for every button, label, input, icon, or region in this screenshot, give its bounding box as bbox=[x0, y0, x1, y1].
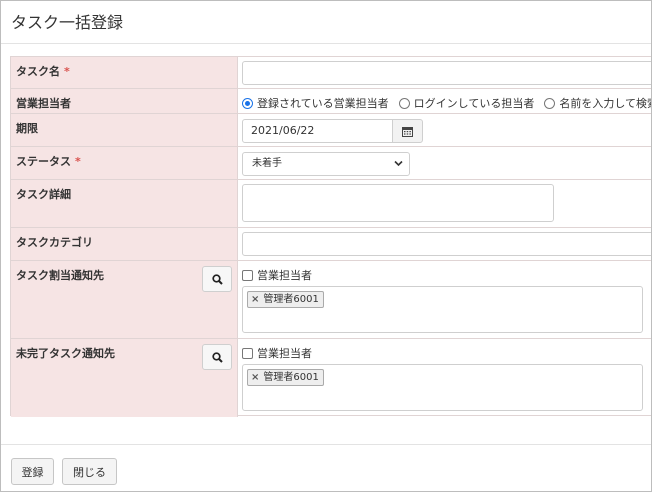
radio-search-by-name[interactable]: 名前を入力して検索 bbox=[544, 95, 652, 111]
dialog-title: タスク一括登録 bbox=[11, 13, 124, 32]
row-assign-notify: タスク割当通知先 営業担当者 × 管理者6001 bbox=[11, 261, 651, 339]
task-category-input[interactable] bbox=[242, 232, 651, 256]
row-task-detail: タスク詳細 bbox=[11, 180, 651, 228]
remove-tag-icon[interactable]: × bbox=[251, 370, 259, 385]
required-mark: * bbox=[75, 155, 81, 168]
task-detail-label: タスク詳細 bbox=[16, 188, 71, 201]
incomplete-notify-tag-box[interactable]: × 管理者6001 bbox=[242, 364, 643, 411]
recipient-tag: × 管理者6001 bbox=[247, 291, 324, 308]
recipient-tag: × 管理者6001 bbox=[247, 369, 324, 386]
tag-label: 管理者6001 bbox=[263, 372, 319, 383]
radio-button[interactable] bbox=[398, 97, 410, 109]
incomplete-notify-search-button[interactable] bbox=[202, 344, 232, 370]
row-sales-rep: 営業担当者 登録されている営業担当者 ログインしている担当者 名前を入力して検索 bbox=[11, 89, 652, 114]
assign-notify-sales-rep-checkbox[interactable]: 営業担当者 bbox=[242, 267, 312, 283]
task-name-label: タスク名 * bbox=[16, 65, 70, 78]
close-button[interactable]: 閉じる bbox=[62, 458, 117, 485]
status-label: ステータス * bbox=[16, 155, 81, 168]
status-selected-value: 未着手 bbox=[252, 158, 282, 169]
checkbox-label: 営業担当者 bbox=[257, 269, 312, 282]
register-button[interactable]: 登録 bbox=[11, 458, 54, 485]
row-task-name: タスク名 * bbox=[11, 57, 651, 89]
radio-label: 登録されている営業担当者 bbox=[257, 97, 389, 110]
incomplete-notify-label: 未完了タスク通知先 bbox=[16, 347, 115, 360]
assign-notify-label: タスク割当通知先 bbox=[16, 269, 104, 282]
calendar-icon bbox=[402, 126, 413, 137]
label-cell: タスク名 * bbox=[11, 57, 238, 88]
tag-label: 管理者6001 bbox=[263, 294, 319, 305]
checkbox[interactable] bbox=[242, 269, 253, 281]
chevron-down-icon bbox=[394, 160, 403, 167]
required-mark: * bbox=[64, 65, 70, 78]
checkbox[interactable] bbox=[242, 347, 253, 359]
incomplete-notify-sales-rep-checkbox[interactable]: 営業担当者 bbox=[242, 345, 312, 361]
radio-registered-rep[interactable]: 登録されている営業担当者 bbox=[242, 95, 389, 111]
sales-rep-label: 営業担当者 bbox=[16, 97, 71, 110]
task-detail-textarea[interactable] bbox=[242, 184, 554, 222]
sales-rep-radio-group: 登録されている営業担当者 ログインしている担当者 名前を入力して検索 bbox=[242, 95, 652, 111]
title-divider bbox=[1, 43, 651, 44]
search-icon bbox=[211, 273, 223, 285]
status-select[interactable]: 未着手 bbox=[242, 152, 410, 176]
row-task-category: タスクカテゴリ bbox=[11, 228, 651, 261]
search-icon bbox=[211, 351, 223, 363]
task-name-input[interactable] bbox=[242, 61, 651, 85]
calendar-button[interactable] bbox=[392, 119, 423, 143]
row-due-date: 期限 2021/06/22 bbox=[11, 114, 651, 147]
radio-label: ログインしている担当者 bbox=[413, 97, 535, 110]
radio-button[interactable] bbox=[242, 97, 253, 109]
remove-tag-icon[interactable]: × bbox=[251, 292, 259, 307]
radio-logged-in-rep[interactable]: ログインしている担当者 bbox=[398, 95, 535, 111]
task-form: タスク名 * 営業担当者 登録されている営業担当者 ログインしている担当者 名前… bbox=[10, 56, 652, 417]
row-incomplete-notify: 未完了タスク通知先 営業担当者 × 管理者6001 bbox=[11, 339, 651, 417]
radio-button[interactable] bbox=[544, 97, 556, 109]
assign-notify-tag-box[interactable]: × 管理者6001 bbox=[242, 286, 643, 333]
checkbox-label: 営業担当者 bbox=[257, 347, 312, 360]
due-date-picker: 2021/06/22 bbox=[242, 119, 423, 143]
radio-label: 名前を入力して検索 bbox=[559, 97, 652, 110]
row-status: ステータス * 未着手 bbox=[11, 147, 651, 180]
due-date-label: 期限 bbox=[16, 122, 38, 135]
assign-notify-search-button[interactable] bbox=[202, 266, 232, 292]
footer-divider bbox=[1, 444, 651, 445]
due-date-input[interactable]: 2021/06/22 bbox=[242, 119, 393, 143]
dialog-window: タスク一括登録 タスク名 * 営業担当者 登録されている営業担当者 ログインして… bbox=[0, 0, 652, 492]
task-category-label: タスクカテゴリ bbox=[16, 236, 93, 249]
